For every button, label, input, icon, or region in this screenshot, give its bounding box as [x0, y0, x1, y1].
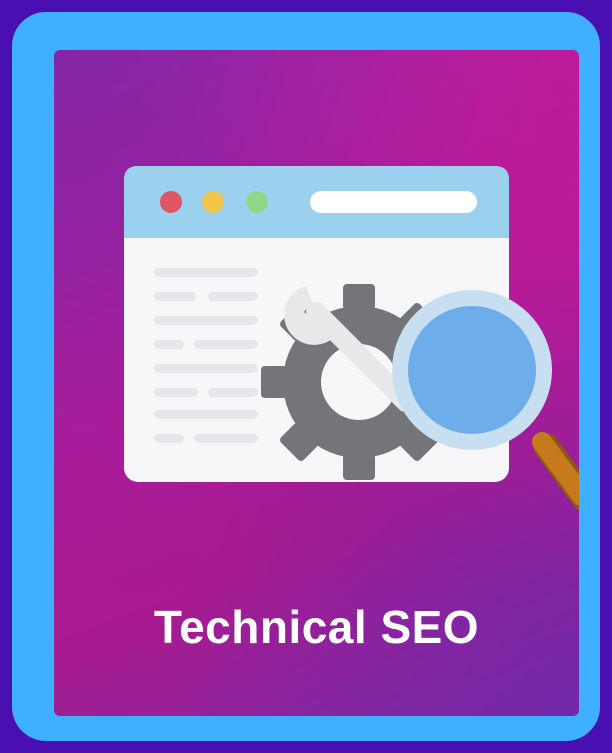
card-title: Technical SEO — [153, 601, 480, 653]
seo-illustration — [124, 166, 579, 510]
magnifier-lens — [408, 306, 536, 434]
browser-address-bar — [310, 191, 477, 213]
browser-dot-green — [246, 191, 268, 213]
technical-seo-card[interactable]: Technical SEO — [54, 50, 579, 716]
browser-dot-yellow — [202, 191, 224, 213]
browser-dot-red — [160, 191, 182, 213]
